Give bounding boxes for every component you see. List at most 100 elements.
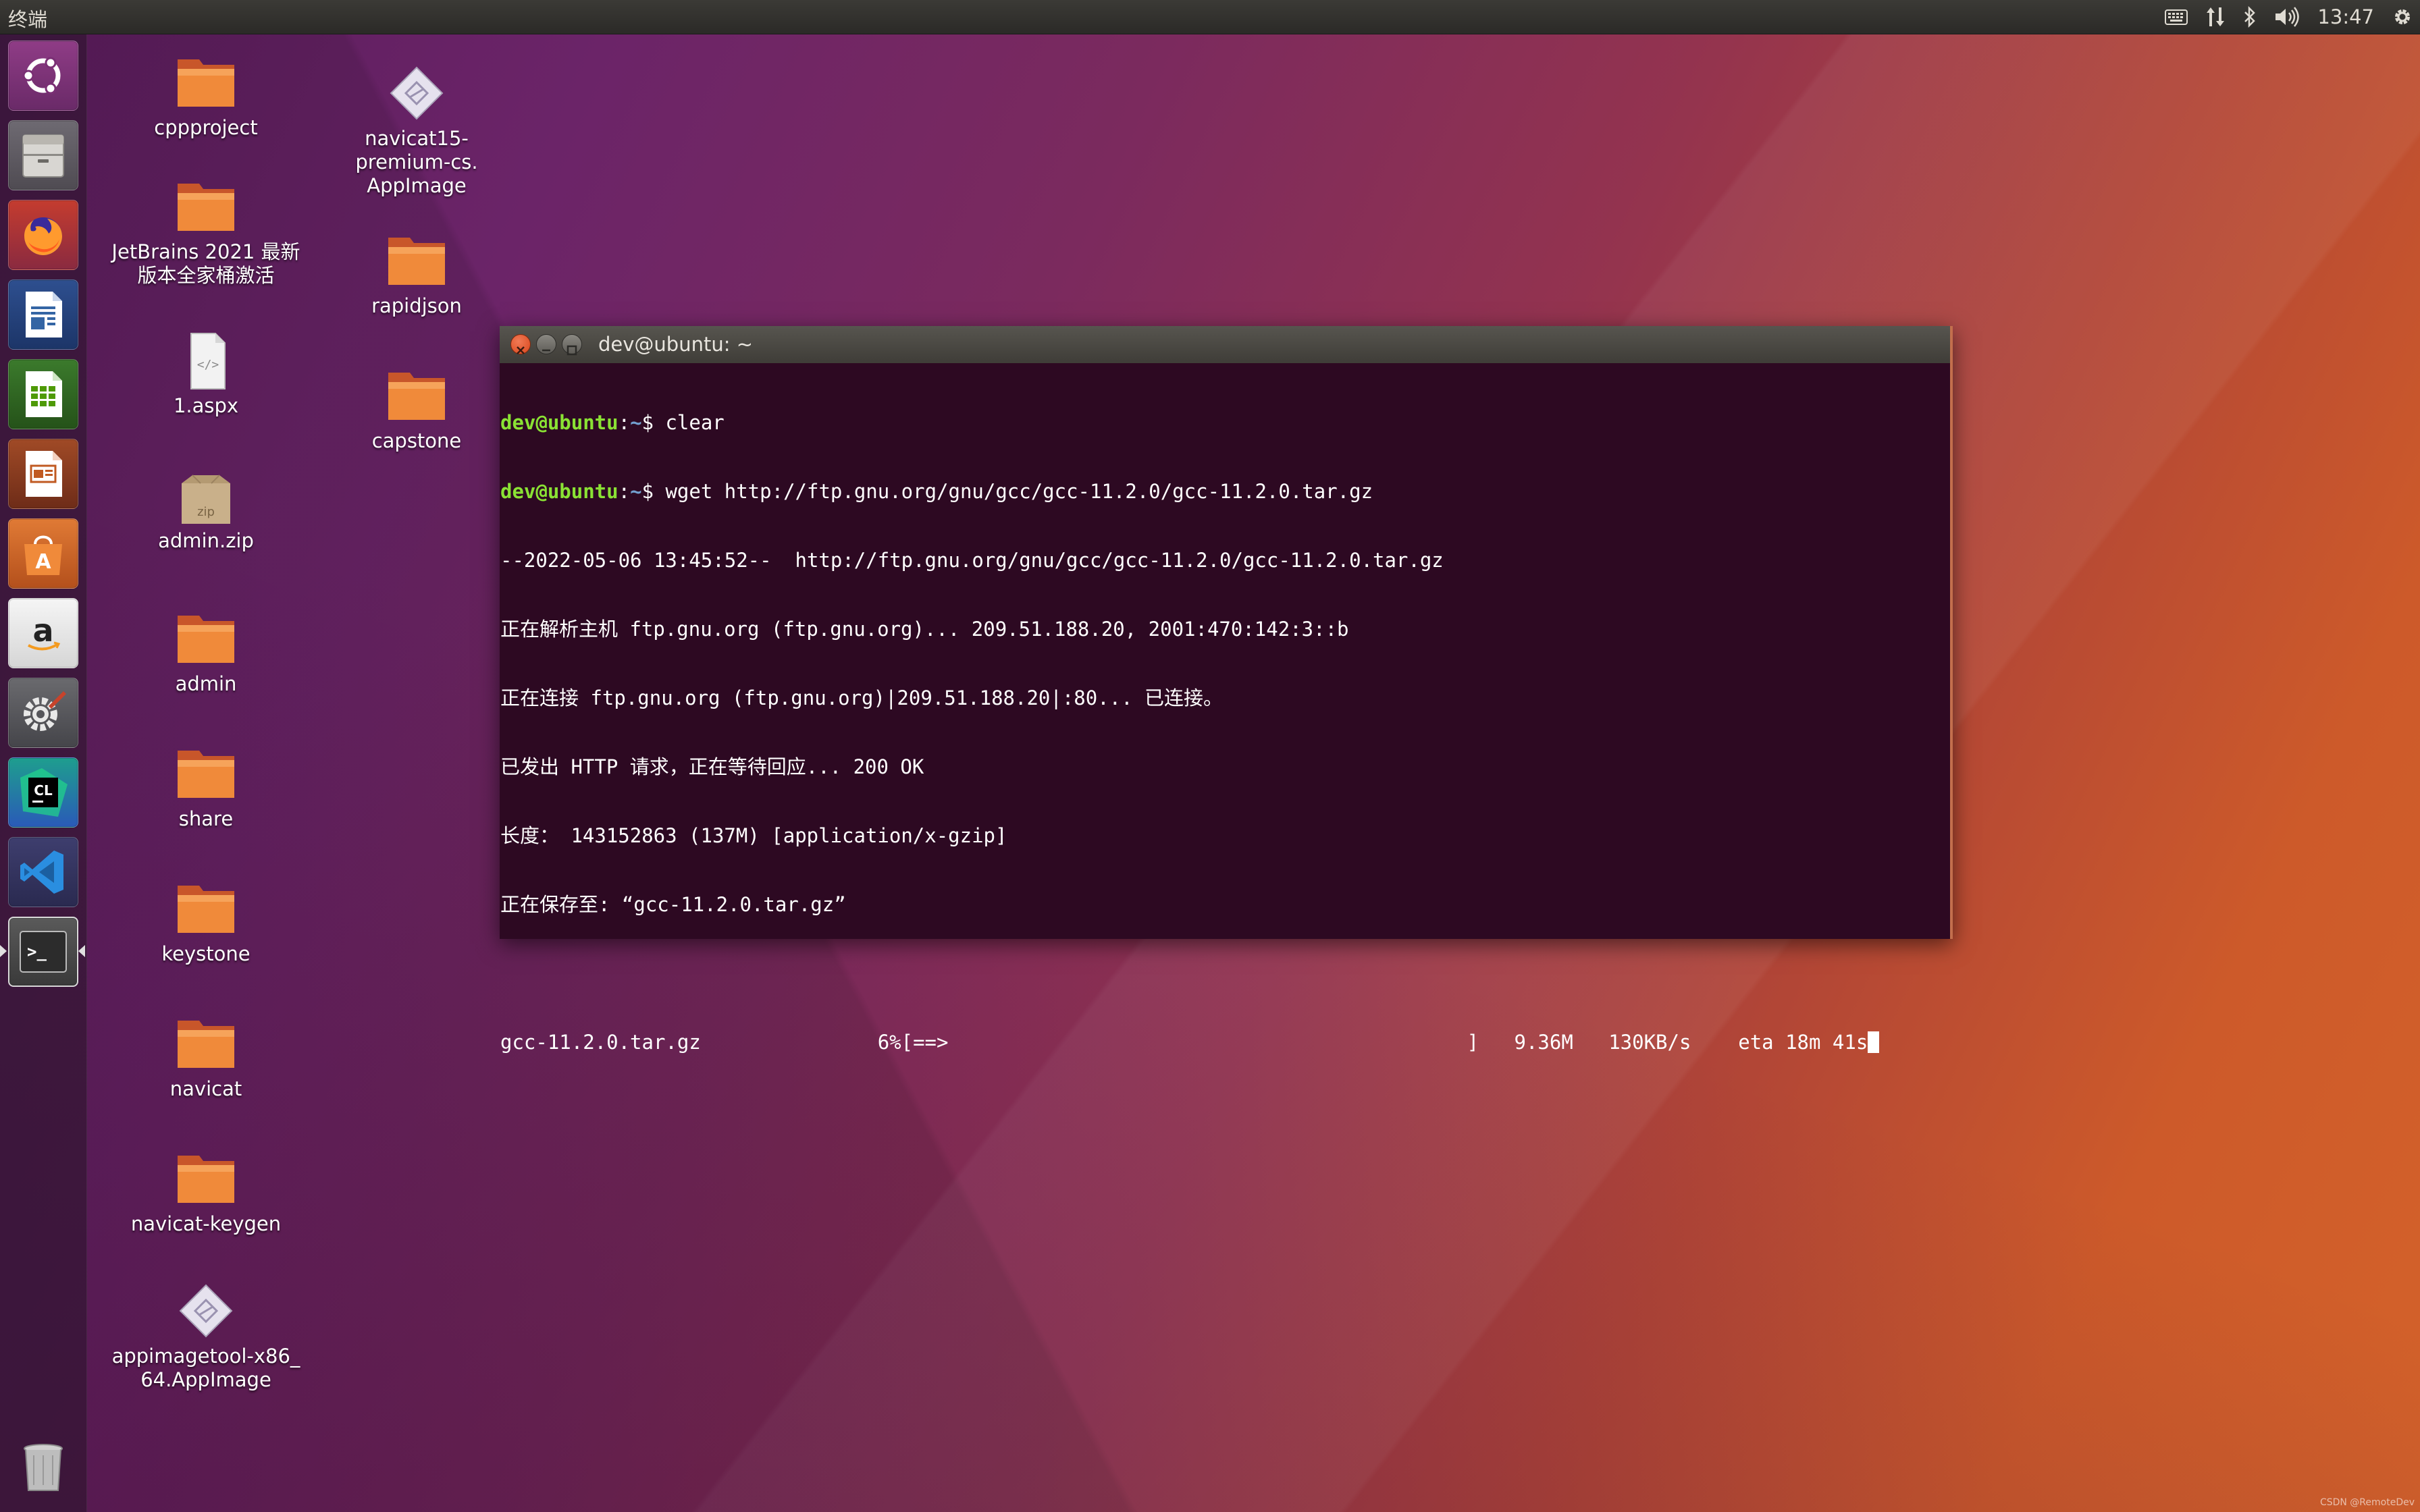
- indicator-area: 13:47: [2165, 0, 2413, 34]
- terminal-progress-line: gcc-11.2.0.tar.gz 6%[==> ] 9.36M 130KB/s…: [500, 1031, 1950, 1054]
- settings-gear-icon[interactable]: [2392, 6, 2413, 28]
- svg-text:>_: >_: [27, 942, 47, 961]
- writer-button[interactable]: [8, 279, 78, 350]
- network-updown-icon[interactable]: [2205, 6, 2226, 28]
- terminal-line-output: 正在连接 ftp.gnu.org (ftp.gnu.org)|209.51.18…: [500, 686, 1224, 709]
- terminal-title: dev@ubuntu: ~: [598, 333, 753, 356]
- focused-indicator: [78, 945, 85, 957]
- desktop-icon-label: admin.zip: [158, 529, 254, 552]
- desktop-icon-label: navicat-keygen: [130, 1212, 282, 1235]
- desktop-icon-label: capstone: [371, 429, 462, 452]
- libreoffice-impress-icon: [26, 451, 62, 497]
- amazon-icon: a: [28, 612, 61, 651]
- terminal-line-command-2: dev@ubuntu:~$ wget http://ftp.gnu.org/gn…: [500, 480, 1373, 503]
- system-settings-icon: [24, 691, 66, 731]
- desktop-folder-share[interactable]: share: [108, 744, 304, 831]
- desktop-folder-capstone[interactable]: capstone: [319, 366, 515, 453]
- files-button[interactable]: [8, 120, 78, 190]
- software-center-icon: A: [24, 535, 62, 575]
- clock[interactable]: 13:47: [2317, 5, 2374, 28]
- impress-button[interactable]: [8, 439, 78, 509]
- desktop-icon-label: keystone: [161, 942, 251, 965]
- ubuntu-dash-button[interactable]: [8, 40, 78, 111]
- folder-icon: [178, 886, 234, 933]
- svg-text:a: a: [32, 612, 53, 649]
- folder-icon: [178, 751, 234, 798]
- folder-icon: [178, 184, 234, 231]
- svg-text:A: A: [35, 550, 51, 574]
- folder-icon: [178, 1021, 234, 1068]
- maximize-icon: [567, 345, 577, 356]
- clion-button[interactable]: CL: [8, 757, 78, 828]
- terminal-window[interactable]: dev@ubuntu: ~ dev@ubuntu:~$ clear dev@ub…: [500, 326, 1953, 1054]
- desktop-file-appimagetool[interactable]: appimagetool-x86_ 64.AppImage: [108, 1281, 304, 1392]
- code-file-icon: </>: [190, 333, 226, 389]
- libreoffice-writer-icon: [26, 292, 62, 338]
- svg-text:</>: </>: [197, 358, 219, 372]
- desktop-folder-rapidjson[interactable]: rapidjson: [319, 231, 515, 318]
- desktop-icon-label: navicat: [169, 1077, 242, 1100]
- desktop-folder-cppproject[interactable]: cppproject: [108, 53, 304, 140]
- system-settings-button[interactable]: [8, 678, 78, 748]
- vscode-button[interactable]: [8, 837, 78, 907]
- amazon-button[interactable]: a: [8, 598, 78, 668]
- desktop-icon-label: navicat15- premium-cs. AppImage: [355, 127, 478, 197]
- vscode-icon: [20, 850, 63, 894]
- folder-icon: [388, 373, 445, 420]
- terminal-line-output: 已发出 HTTP 请求，正在等待回应... 200 OK: [500, 755, 924, 778]
- close-window-button[interactable]: [510, 334, 531, 354]
- svg-text:CL: CL: [34, 782, 53, 799]
- firefox-icon: [24, 217, 62, 255]
- terminal-output[interactable]: dev@ubuntu:~$ clear dev@ubuntu:~$ wget h…: [500, 365, 1950, 1054]
- folder-icon: [178, 59, 234, 107]
- desktop-folder-jetbrains[interactable]: JetBrains 2021 最新 版本全家桶激活: [108, 177, 304, 288]
- desktop-icon-label: cppproject: [154, 116, 258, 139]
- desktop-icon-label: appimagetool-x86_ 64.AppImage: [111, 1345, 300, 1391]
- desktop-file-1-aspx[interactable]: </> 1.aspx: [108, 331, 304, 418]
- watermark: CSDN @RemoteDev: [2319, 1497, 2415, 1508]
- terminal-line-output: 正在解析主机 ftp.gnu.org (ftp.gnu.org)... 209.…: [500, 618, 1349, 641]
- keyboard-icon[interactable]: [2165, 8, 2188, 26]
- folder-icon: [178, 1156, 234, 1203]
- folder-icon: [178, 616, 234, 663]
- desktop-folder-keystone[interactable]: keystone: [108, 879, 304, 966]
- terminal-line-command-1: dev@ubuntu:~$ clear: [500, 411, 725, 434]
- terminal-line-output: --2022-05-06 13:45:52-- http://ftp.gnu.o…: [500, 549, 1444, 572]
- trash-icon: [24, 1444, 63, 1491]
- trash-button[interactable]: [8, 1431, 78, 1501]
- terminal-titlebar[interactable]: dev@ubuntu: ~: [500, 326, 1950, 363]
- top-panel: 终端 13:47: [0, 0, 2420, 34]
- terminal-line-output: 长度： 143152863 (137M) [application/x-gzip…: [500, 824, 1007, 847]
- appimage-icon: [390, 66, 444, 120]
- desktop-folder-admin[interactable]: admin: [108, 609, 304, 696]
- bluetooth-icon[interactable]: [2243, 6, 2257, 28]
- ubuntu-dash-icon: [22, 57, 61, 94]
- desktop-icon-label: JetBrains 2021 最新 版本全家桶激活: [111, 240, 300, 287]
- zip-archive-icon: zip: [182, 475, 230, 524]
- active-app-title: 终端: [8, 8, 48, 31]
- minimize-window-button[interactable]: [536, 334, 556, 354]
- volume-icon[interactable]: [2274, 7, 2300, 27]
- terminal-icon: >_: [20, 931, 67, 973]
- software-button[interactable]: A: [8, 518, 78, 589]
- close-icon: [517, 346, 525, 354]
- firefox-button[interactable]: [8, 200, 78, 270]
- desktop-icon-label: admin: [175, 672, 237, 695]
- terminal-line-output: 正在保存至: “gcc-11.2.0.tar.gz”: [500, 893, 846, 916]
- minimize-icon: [542, 349, 550, 352]
- maximize-window-button[interactable]: [562, 334, 582, 356]
- running-indicator: [0, 945, 7, 957]
- desktop-icon-label: 1.aspx: [173, 394, 239, 417]
- terminal-button[interactable]: >_: [8, 917, 78, 987]
- desktop-folder-navicat[interactable]: navicat: [108, 1014, 304, 1101]
- clion-icon: CL: [20, 768, 68, 817]
- desktop-folder-navicat-keygen[interactable]: navicat-keygen: [108, 1149, 304, 1236]
- calc-button[interactable]: [8, 359, 78, 429]
- launcher: A a CL >_: [0, 34, 87, 1512]
- folder-icon: [388, 238, 445, 285]
- desktop-icon-label: share: [178, 807, 234, 830]
- text-cursor: [1868, 1031, 1880, 1053]
- desktop-file-admin-zip[interactable]: zip admin.zip: [108, 466, 304, 553]
- desktop-file-navicat15[interactable]: navicat15- premium-cs. AppImage: [319, 63, 515, 198]
